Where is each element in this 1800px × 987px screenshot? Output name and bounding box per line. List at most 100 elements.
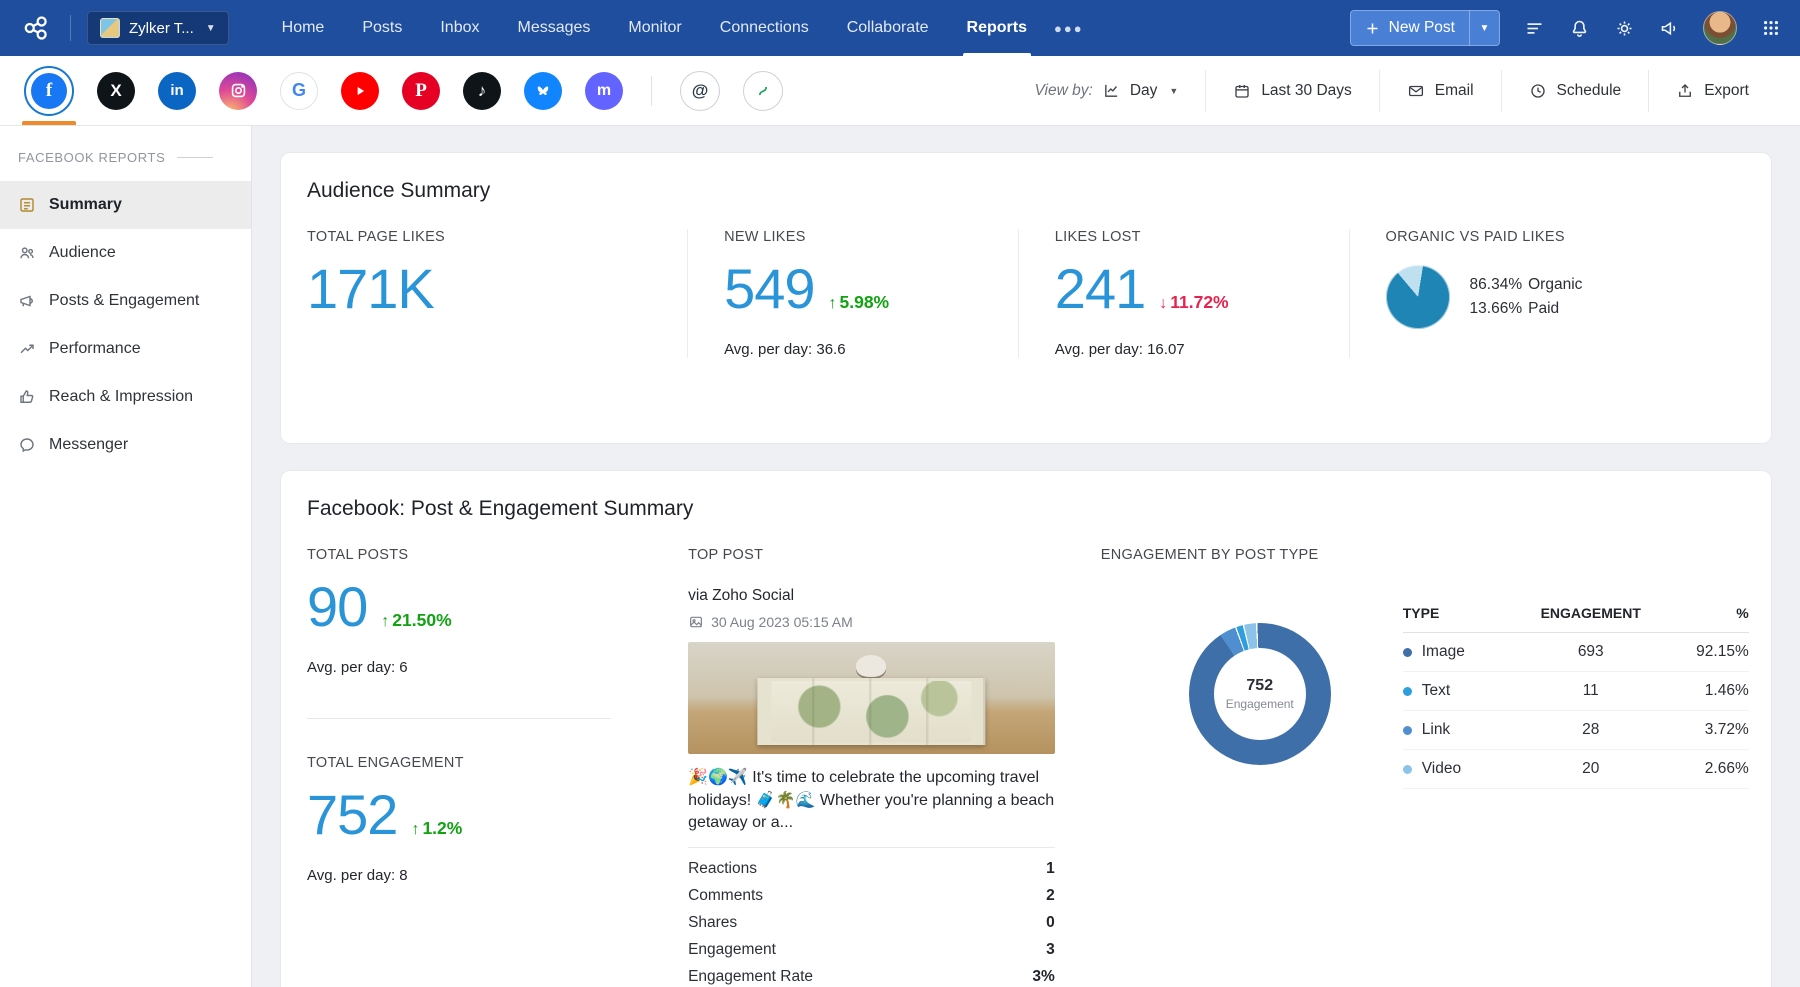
nav-reports[interactable]: Reports bbox=[948, 0, 1046, 56]
nav-collaborate[interactable]: Collaborate bbox=[828, 0, 948, 56]
engagement-donut-chart[interactable]: 752 Engagement bbox=[1189, 623, 1331, 765]
sidebar-item-label: Reach & Impression bbox=[49, 388, 193, 406]
organic-paid-pie-chart[interactable] bbox=[1386, 265, 1450, 329]
instagram-icon[interactable] bbox=[219, 56, 257, 125]
new-post-button[interactable]: New Post ▼ bbox=[1350, 10, 1500, 46]
notifications-bell-icon[interactable] bbox=[1568, 17, 1590, 39]
metric-label: NEW LIKES bbox=[724, 229, 982, 245]
arrow-down-icon: ↓ bbox=[1159, 295, 1167, 313]
facebook-icon[interactable]: f bbox=[24, 56, 74, 125]
nav-monitor[interactable]: Monitor bbox=[609, 0, 700, 56]
report-controls: View by: Day ▼ Last 30 Days Email Schedu… bbox=[1008, 56, 1777, 125]
metric-total-page-likes: TOTAL PAGE LIKES 171K bbox=[307, 229, 688, 358]
reports-sidebar: FACEBOOK REPORTS Summary Audience Posts … bbox=[0, 126, 252, 987]
metric-label: LIKES LOST bbox=[1055, 229, 1313, 245]
nav-messages[interactable]: Messages bbox=[498, 0, 609, 56]
top-post-stats: Reactions 1 Comments 2 Shares 0 Engageme… bbox=[688, 847, 1055, 987]
export-button[interactable]: Export bbox=[1648, 70, 1776, 112]
settings-gear-icon[interactable] bbox=[1613, 17, 1635, 39]
image-series-dot bbox=[1403, 648, 1412, 657]
activity-list-icon[interactable] bbox=[1523, 17, 1545, 39]
audience-people-icon bbox=[18, 244, 36, 262]
email-button[interactable]: Email bbox=[1379, 70, 1501, 112]
stat-row-engagement-rate: Engagement Rate 3% bbox=[688, 963, 1055, 987]
clock-icon bbox=[1529, 82, 1547, 100]
metric-organic-vs-paid: ORGANIC VS PAID LIKES 86.34% Organic 13.… bbox=[1350, 229, 1745, 358]
engagement-type-table: TYPE ENGAGEMENT % Image 693 92.15% Text … bbox=[1403, 599, 1749, 789]
metric-value: 171K bbox=[307, 261, 434, 317]
network-icons-row: f X in G P ♪ m @ bbox=[24, 56, 783, 125]
brand-selector[interactable]: Zylker T... ▼ bbox=[87, 11, 229, 45]
sidebar-header: FACEBOOK REPORTS bbox=[0, 126, 251, 181]
youtube-icon[interactable] bbox=[341, 56, 379, 125]
megaphone-icon bbox=[18, 292, 36, 310]
table-row-text: Text 11 1.46% bbox=[1403, 672, 1749, 711]
sidebar-item-audience[interactable]: Audience bbox=[0, 229, 251, 277]
sidebar-item-performance[interactable]: Performance bbox=[0, 325, 251, 373]
arrow-up-icon: ↑ bbox=[829, 295, 837, 313]
navbar-divider bbox=[70, 15, 71, 41]
text-series-dot bbox=[1403, 687, 1412, 696]
sidebar-item-summary[interactable]: Summary bbox=[0, 181, 251, 229]
threads-icon[interactable]: @ bbox=[680, 56, 720, 125]
metric-label: TOTAL POSTS bbox=[307, 547, 652, 563]
other-channel-icon[interactable] bbox=[743, 56, 783, 125]
zoho-social-logo-icon[interactable] bbox=[18, 10, 54, 46]
metric-change-value: 11.72% bbox=[1170, 292, 1228, 313]
top-navbar: Zylker T... ▼ Home Posts Inbox Messages … bbox=[0, 0, 1800, 56]
chevron-down-icon: ▼ bbox=[1169, 86, 1178, 96]
nav-inbox[interactable]: Inbox bbox=[421, 0, 498, 56]
metric-value: 752 bbox=[307, 787, 397, 843]
view-by-control[interactable]: View by: Day ▼ bbox=[1008, 70, 1206, 112]
donut-center: 752 Engagement bbox=[1214, 648, 1306, 740]
top-post-caption: 🎉🌍✈️ It's time to celebrate the upcoming… bbox=[688, 767, 1055, 835]
table-row-image: Image 693 92.15% bbox=[1403, 633, 1749, 672]
new-post-dropdown-button[interactable]: ▼ bbox=[1469, 11, 1499, 45]
donut-center-label: Engagement bbox=[1226, 697, 1294, 711]
metric-label: ORGANIC VS PAID LIKES bbox=[1386, 229, 1709, 245]
sidebar-item-posts-engagement[interactable]: Posts & Engagement bbox=[0, 277, 251, 325]
sidebar-item-label: Messenger bbox=[49, 436, 128, 454]
sidebar-item-reach-impression[interactable]: Reach & Impression bbox=[0, 373, 251, 421]
pinterest-icon[interactable]: P bbox=[402, 56, 440, 125]
date-range-label: Last 30 Days bbox=[1261, 82, 1351, 100]
tiktok-icon[interactable]: ♪ bbox=[463, 56, 501, 125]
network-toolbar: f X in G P ♪ m @ View by: bbox=[0, 56, 1800, 126]
nav-home[interactable]: Home bbox=[263, 0, 344, 56]
network-divider bbox=[651, 76, 652, 106]
google-my-business-icon[interactable]: G bbox=[280, 56, 318, 125]
navbar-actions: New Post ▼ bbox=[1350, 10, 1782, 46]
nav-connections[interactable]: Connections bbox=[701, 0, 828, 56]
nav-more-icon[interactable]: ●●● bbox=[1054, 21, 1084, 36]
schedule-button[interactable]: Schedule bbox=[1501, 70, 1649, 112]
stat-row-comments: Comments 2 bbox=[688, 882, 1055, 909]
trend-up-icon bbox=[18, 340, 36, 358]
x-twitter-icon[interactable]: X bbox=[97, 56, 135, 125]
announcements-megaphone-icon[interactable] bbox=[1658, 17, 1680, 39]
brand-avatar bbox=[100, 18, 120, 38]
linkedin-icon[interactable]: in bbox=[158, 56, 196, 125]
sidebar-item-messenger[interactable]: Messenger bbox=[0, 421, 251, 469]
metric-change-value: 5.98% bbox=[840, 292, 890, 313]
nav-posts[interactable]: Posts bbox=[343, 0, 421, 56]
metric-label: TOTAL ENGAGEMENT bbox=[307, 755, 652, 771]
sidebar-header-line bbox=[177, 157, 213, 158]
user-avatar[interactable] bbox=[1703, 11, 1737, 45]
schedule-label: Schedule bbox=[1557, 82, 1622, 100]
top-post-timestamp: 30 Aug 2023 05:15 AM bbox=[711, 614, 853, 630]
apps-grid-icon[interactable] bbox=[1760, 17, 1782, 39]
table-row-video: Video 20 2.66% bbox=[1403, 750, 1749, 789]
bluesky-icon[interactable] bbox=[524, 56, 562, 125]
video-series-dot bbox=[1403, 765, 1412, 774]
envelope-icon bbox=[1407, 82, 1425, 100]
metric-value: 90 bbox=[307, 579, 367, 635]
sidebar-item-label: Summary bbox=[49, 196, 122, 214]
link-series-dot bbox=[1403, 726, 1412, 735]
view-by-label: View by: bbox=[1035, 82, 1093, 100]
thumbs-up-icon bbox=[18, 388, 36, 406]
stat-row-engagement: Engagement 3 bbox=[688, 936, 1055, 963]
audience-summary-card: Audience Summary TOTAL PAGE LIKES 171K N… bbox=[280, 152, 1772, 444]
top-post-image[interactable] bbox=[688, 642, 1055, 754]
mastodon-icon[interactable]: m bbox=[585, 56, 623, 125]
date-range-button[interactable]: Last 30 Days bbox=[1205, 70, 1378, 112]
